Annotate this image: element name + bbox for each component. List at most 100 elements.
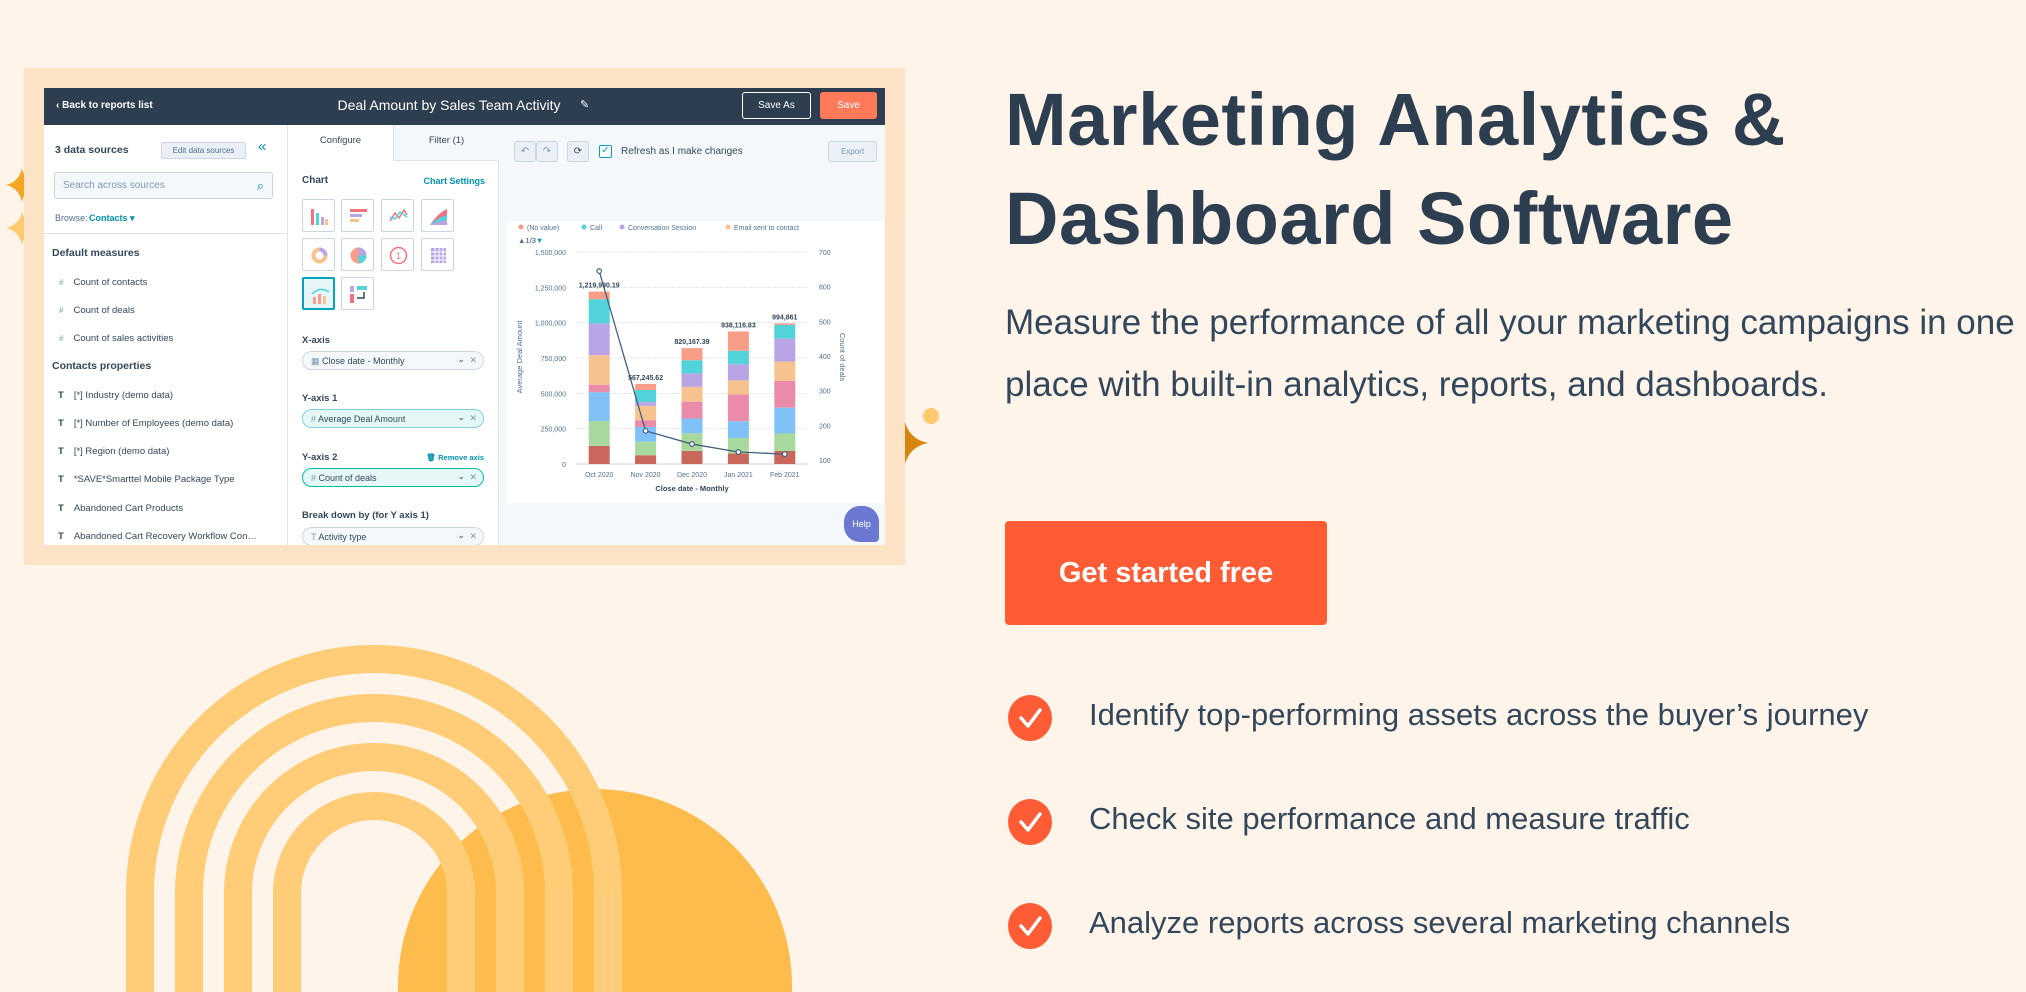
refresh-label: Refresh as I make changes: [621, 146, 743, 157]
pivot-table-icon: [431, 248, 446, 263]
remove-axis-link[interactable]: 🗑 Remove axis: [384, 453, 484, 462]
y-axis2-select[interactable]: # Count of deals ⌄ ✕: [302, 468, 484, 487]
bar-segment: [635, 420, 657, 427]
property-item[interactable]: T *SAVE*Smarttel Mobile Package Type: [58, 474, 235, 485]
export-button[interactable]: Export: [828, 141, 877, 162]
bar-segment: [635, 405, 657, 421]
summary-number-icon: 1: [389, 246, 408, 265]
y2-tick-label: 300: [819, 389, 831, 396]
measure-item[interactable]: # Count of contacts: [59, 277, 147, 288]
edit-data-sources-button[interactable]: Edit data sources: [161, 142, 246, 159]
chart-type-combination[interactable]: [302, 277, 335, 310]
property-label: Abandoned Cart Recovery Workflow Con…: [73, 531, 257, 542]
search-input[interactable]: Search across sources ⌕: [54, 172, 273, 199]
bar-total-label: 994,861: [772, 314, 797, 321]
refresh-button[interactable]: ⟳: [567, 141, 589, 162]
legend-swatch: [518, 224, 524, 230]
measure-label: Count of sales activities: [73, 333, 174, 344]
check-circle-icon: [1008, 695, 1052, 741]
hero-description: Measure the performance of all your mark…: [1005, 303, 2015, 404]
chart-type-area[interactable]: [421, 199, 454, 232]
horizontal-bar-chart-icon: [350, 209, 367, 222]
line-chart-icon: [389, 208, 408, 222]
chart-type-line[interactable]: [381, 199, 414, 232]
title-line-2: Dashboard Software: [1005, 177, 1734, 260]
legend-item: Call: [590, 225, 603, 232]
chart-type-vertical-bar[interactable]: [302, 199, 335, 232]
bar-segment: [774, 324, 796, 339]
legend-item: Email sent to contact: [734, 225, 799, 232]
y-axis1-select[interactable]: # Average Deal Amount ⌄ ✕: [302, 409, 484, 428]
bar-segment: [727, 364, 749, 381]
tab-filter[interactable]: Filter (1): [393, 125, 499, 161]
y2-tick-label: 700: [819, 250, 831, 257]
chart-type-sankey[interactable]: [341, 277, 374, 310]
bar-segment: [588, 323, 610, 356]
collapse-panel-icon[interactable]: «: [258, 138, 266, 155]
text-type-icon: T: [58, 418, 64, 429]
line-point: [689, 441, 695, 447]
number-icon: #: [59, 334, 64, 343]
title-line-1: Marketing Analytics &: [1005, 78, 1786, 161]
pager-down-icon: ▼: [536, 236, 543, 245]
redo-button[interactable]: ↷: [536, 141, 558, 162]
clear-icon[interactable]: ✕: [469, 413, 477, 424]
chart-type-donut[interactable]: [302, 238, 335, 271]
property-item[interactable]: T Abandoned Cart Products: [58, 503, 183, 514]
chart-type-pie[interactable]: [341, 238, 374, 271]
back-link[interactable]: ‹ Back to reports list: [56, 100, 153, 111]
chart-label: Chart: [302, 175, 329, 186]
pencil-icon[interactable]: ✎: [580, 98, 589, 111]
combo-chart: (No value) Call Conversation Session Email …: [506, 221, 885, 503]
bar-total-label: 1,219,990.19: [579, 283, 620, 290]
checkmark-icon: ✓: [601, 145, 610, 156]
pie-chart-icon: [350, 247, 367, 264]
caret-down-icon: ▾: [130, 213, 135, 223]
line-point: [735, 449, 742, 455]
bar-segment: [635, 455, 657, 464]
clear-icon[interactable]: ✕: [469, 472, 477, 483]
bar-segment: [635, 383, 657, 390]
y2-tick-label: 200: [819, 423, 831, 430]
browse-label: Browse:: [55, 213, 88, 223]
feature-text: Check site performance and measure traff…: [1089, 801, 1690, 836]
report-title[interactable]: Deal Amount by Sales Team Activity: [284, 97, 614, 113]
chart-type-summary[interactable]: 1: [381, 238, 414, 271]
x-tick-label: Dec 2020: [677, 472, 707, 479]
x-axis-select[interactable]: ▦ Close date - Monthly ⌄ ✕: [302, 351, 484, 370]
undo-button[interactable]: ↶: [514, 141, 536, 162]
x-axis-value: Close date - Monthly: [322, 356, 405, 366]
back-label: Back to reports list: [62, 100, 153, 111]
trash-icon: 🗑: [426, 453, 439, 462]
clear-icon[interactable]: ✕: [469, 355, 477, 366]
measure-item[interactable]: # Count of deals: [59, 305, 135, 316]
bar-segment: [635, 389, 657, 403]
breakdown-select[interactable]: T Activity type ⌄ ✕: [302, 527, 484, 545]
bar-segment: [681, 401, 703, 419]
redo-icon: ↷: [542, 146, 552, 157]
clear-icon[interactable]: ✕: [469, 531, 477, 542]
legend-item: (No value): [527, 225, 559, 232]
property-item[interactable]: T Abandoned Cart Recovery Workflow Con…: [58, 531, 257, 542]
save-as-button[interactable]: Save As: [742, 92, 811, 119]
line-point: [781, 451, 788, 458]
property-item[interactable]: T [*] Industry (demo data): [58, 390, 173, 401]
help-button[interactable]: Help: [844, 506, 879, 542]
property-item[interactable]: T [*] Number of Employees (demo data): [58, 418, 233, 429]
tab-configure[interactable]: Configure: [288, 125, 393, 161]
property-item[interactable]: T [*] Region (demo data): [58, 446, 169, 457]
chart-type-pivot[interactable]: [421, 238, 454, 271]
default-measures-title: Default measures: [52, 247, 140, 259]
chart-type-horizontal-bar[interactable]: [341, 199, 374, 232]
legend-pager[interactable]: ▲1/3▼: [518, 236, 543, 245]
chart-settings-link[interactable]: Chart Settings: [404, 176, 485, 186]
property-label: Abandoned Cart Products: [73, 503, 184, 514]
get-started-button[interactable]: Get started free: [1005, 521, 1327, 625]
refresh-checkbox[interactable]: ✓: [599, 145, 612, 158]
browse-dropdown[interactable]: Contacts ▾: [89, 213, 135, 224]
save-button[interactable]: Save: [820, 92, 877, 119]
bar-segment: [774, 380, 796, 408]
bar-segment: [588, 355, 610, 385]
feature-text: Analyze reports across several marketing…: [1089, 905, 1791, 940]
measure-item[interactable]: # Count of sales activities: [59, 333, 173, 344]
